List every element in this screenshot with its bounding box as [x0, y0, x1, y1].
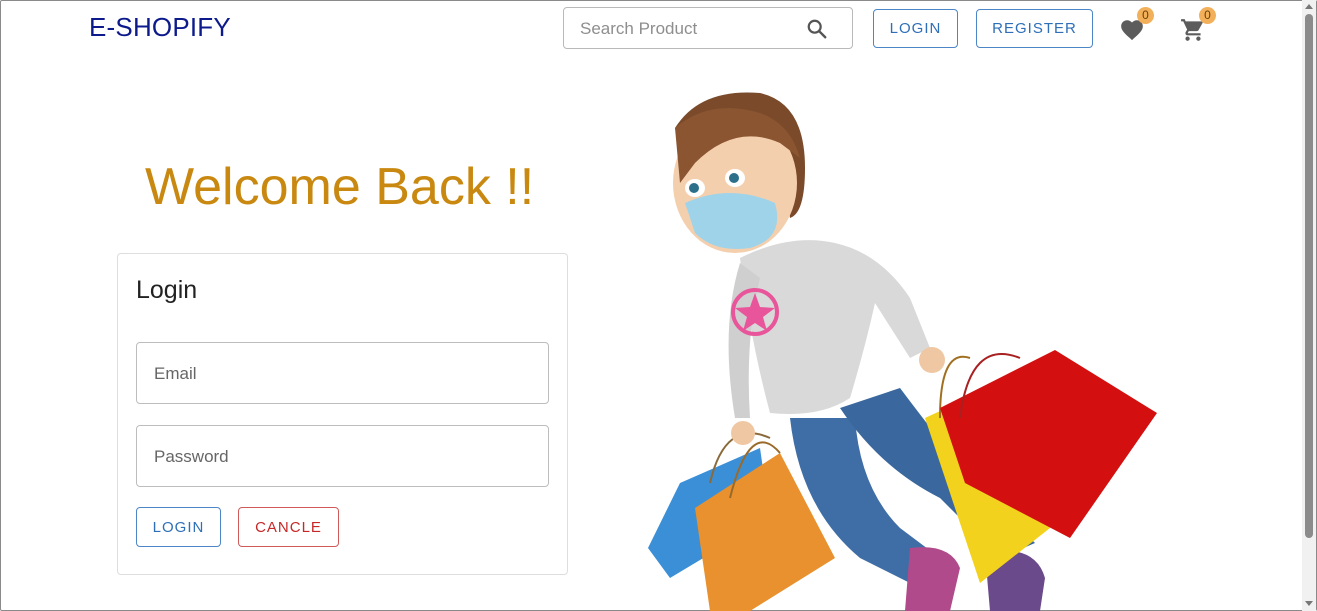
cart-button[interactable]: 0: [1180, 7, 1216, 43]
wishlist-count-badge: 0: [1137, 7, 1154, 24]
page-scrollbar[interactable]: [1302, 0, 1316, 611]
brand-logo[interactable]: E-SHOPIFY: [89, 12, 231, 43]
password-field[interactable]: [136, 425, 549, 488]
search-icon[interactable]: [806, 18, 828, 40]
search-input[interactable]: [578, 8, 802, 50]
email-field[interactable]: [136, 342, 549, 405]
scroll-up-arrow-icon[interactable]: [1305, 4, 1313, 9]
wishlist-button[interactable]: 0: [1119, 7, 1154, 43]
welcome-heading: Welcome Back !!: [145, 158, 535, 216]
login-card-title: Login: [136, 276, 198, 304]
search-bar[interactable]: [563, 7, 853, 50]
shopping-girl-illustration: [648, 92, 1157, 611]
cancel-button[interactable]: CANCLE: [238, 507, 339, 547]
header-register-button[interactable]: REGISTER: [976, 9, 1093, 48]
shoe-left: [905, 547, 960, 611]
email-input[interactable]: [152, 343, 536, 405]
face-mask: [685, 193, 778, 249]
header-login-button[interactable]: LOGIN: [873, 9, 958, 48]
left-hand: [731, 421, 755, 445]
scrollbar-thumb[interactable]: [1305, 14, 1313, 538]
cart-count-badge: 0: [1199, 7, 1216, 24]
login-card: Login LOGIN CANCLE: [117, 253, 568, 575]
login-submit-button[interactable]: LOGIN: [136, 507, 221, 547]
scroll-down-arrow-icon[interactable]: [1305, 601, 1313, 606]
right-hand: [919, 347, 945, 373]
password-input[interactable]: [152, 426, 536, 488]
